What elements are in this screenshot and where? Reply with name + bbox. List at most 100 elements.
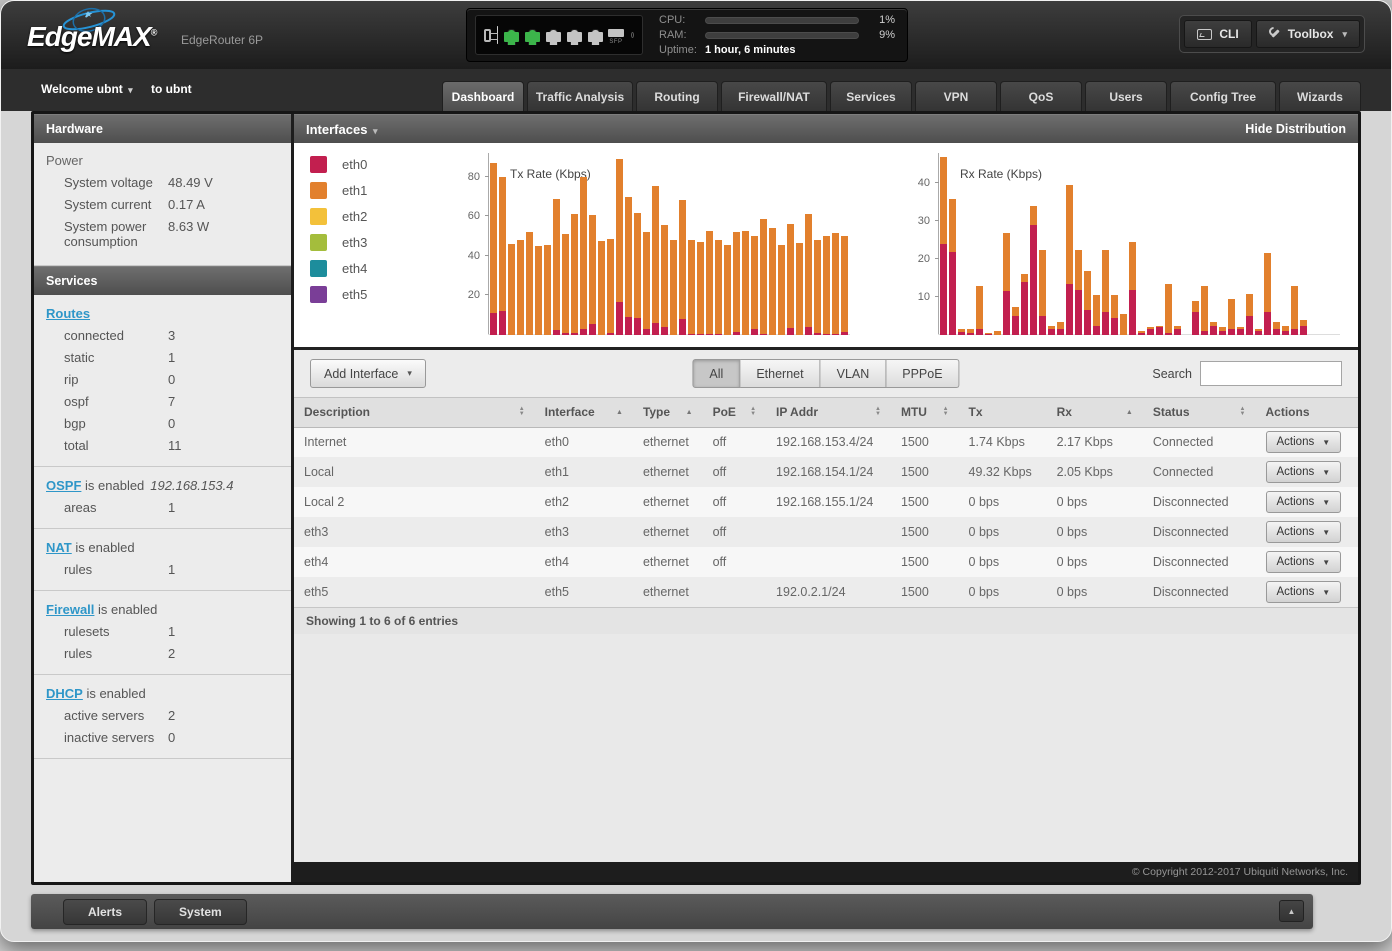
- hardware-row-label: System current: [64, 197, 168, 212]
- sidebar: Hardware Power System voltage48.49 VSyst…: [34, 114, 291, 882]
- tab-services[interactable]: Services: [830, 81, 912, 111]
- sidebar-link-dhcp[interactable]: DHCP: [46, 686, 83, 701]
- bar-eth1: [580, 177, 587, 329]
- stacked-bar: [1012, 307, 1019, 335]
- chevron-down-icon: ▼: [1322, 468, 1330, 477]
- bar-eth1: [778, 245, 785, 335]
- service-block-heading: Firewall is enabled: [46, 602, 279, 617]
- actions-button[interactable]: Actions▼: [1266, 521, 1342, 543]
- cell-status: Disconnected: [1143, 517, 1256, 547]
- tab-firewall-nat[interactable]: Firewall/NAT: [721, 81, 827, 111]
- interfaces-dropdown[interactable]: Interfaces ▾: [306, 122, 378, 137]
- service-block: OSPF is enabled192.168.153.4areas1: [34, 467, 291, 529]
- service-row: bgp0: [46, 416, 279, 431]
- stacked-bar: [1120, 314, 1127, 335]
- sidebar-link-routes[interactable]: Routes: [46, 306, 90, 321]
- actions-button[interactable]: Actions▼: [1266, 431, 1342, 453]
- bar-eth0: [976, 329, 983, 335]
- stacked-bar: [670, 240, 677, 335]
- service-row-value: 1: [168, 562, 268, 577]
- tab-vpn[interactable]: VPN: [915, 81, 997, 111]
- bar-eth0: [841, 332, 848, 335]
- cell-status: Connected: [1143, 457, 1256, 487]
- cli-button[interactable]: CLI: [1184, 20, 1251, 48]
- bar-eth1: [1057, 322, 1064, 330]
- cell-interface: eth3: [535, 517, 633, 547]
- stacked-bar: [535, 246, 542, 335]
- filter-all[interactable]: All: [692, 359, 740, 388]
- y-tick-mark: [485, 255, 489, 256]
- y-tick-label: 60: [452, 210, 480, 222]
- actions-button[interactable]: Actions▼: [1266, 551, 1342, 573]
- column-header-interface[interactable]: Interface▲: [535, 398, 633, 427]
- bar-eth0: [1165, 333, 1172, 335]
- tab-traffic-analysis[interactable]: Traffic Analysis: [527, 81, 633, 111]
- filter-ethernet[interactable]: Ethernet: [740, 359, 820, 388]
- bar-eth1: [553, 199, 560, 331]
- cell-status: Disconnected: [1143, 547, 1256, 577]
- y-tick-mark: [935, 182, 939, 183]
- stacked-bar: [1192, 301, 1199, 335]
- system-stats: CPU: 1% RAM: 9% Uptime: 1 hour, 6 minute…: [643, 8, 907, 63]
- legend-swatch: [310, 286, 327, 303]
- user-menu[interactable]: Welcome ubnt ▾: [41, 82, 133, 96]
- collapse-bar-button[interactable]: ▲: [1279, 900, 1304, 922]
- column-header-ip-addr[interactable]: IP Addr▲▼: [766, 398, 891, 427]
- bar-eth0: [562, 333, 569, 335]
- cell-mtu: 1500: [891, 577, 959, 607]
- bar-eth1: [643, 232, 650, 329]
- bar-eth0: [1111, 318, 1118, 335]
- filter-vlan[interactable]: VLAN: [821, 359, 887, 388]
- table-entry-count: Showing 1 to 6 of 6 entries: [294, 607, 1358, 634]
- cpu-meter: [705, 17, 859, 24]
- sidebar-link-nat[interactable]: NAT: [46, 540, 72, 555]
- sidebar-link-ospf[interactable]: OSPF: [46, 478, 81, 493]
- search-input[interactable]: [1200, 361, 1342, 386]
- bar-eth1: [544, 245, 551, 335]
- toolbox-button[interactable]: Toolbox ▾: [1256, 20, 1360, 48]
- y-tick-label: 40: [452, 250, 480, 262]
- stacked-bar: [733, 232, 740, 335]
- service-row: rulesets1: [46, 624, 279, 639]
- tab-config-tree[interactable]: Config Tree: [1170, 81, 1276, 111]
- bar-eth1: [805, 214, 812, 327]
- column-header-mtu[interactable]: MTU▲▼: [891, 398, 959, 427]
- tab-dashboard[interactable]: Dashboard: [442, 81, 524, 111]
- cell-rx: 0 bps: [1047, 577, 1143, 607]
- add-interface-button[interactable]: Add Interface ▾: [310, 359, 426, 388]
- hide-distribution-link[interactable]: Hide Distribution: [1245, 122, 1346, 136]
- tab-users[interactable]: Users: [1085, 81, 1167, 111]
- alerts-tab[interactable]: Alerts: [63, 899, 147, 925]
- bar-eth1: [526, 232, 533, 335]
- actions-button[interactable]: Actions▼: [1266, 491, 1342, 513]
- bar-eth1: [652, 186, 659, 323]
- actions-button[interactable]: Actions▼: [1266, 581, 1342, 603]
- stacked-bar: [1048, 326, 1055, 335]
- legend-item-eth4: eth4: [310, 260, 367, 277]
- y-tick-mark: [935, 296, 939, 297]
- cell-rx: 2.17 Kbps: [1047, 427, 1143, 457]
- column-header-type[interactable]: Type▲: [633, 398, 703, 427]
- column-header-rx[interactable]: Rx▲: [1047, 398, 1143, 427]
- service-block: NAT is enabledrules1: [34, 529, 291, 591]
- actions-button[interactable]: Actions▼: [1266, 461, 1342, 483]
- system-tab[interactable]: System: [154, 899, 247, 925]
- tab-routing[interactable]: Routing: [636, 81, 718, 111]
- bar-eth0: [1075, 290, 1082, 336]
- logged-in-host: to ubnt: [151, 82, 192, 96]
- bar-eth1: [1003, 233, 1010, 292]
- column-header-status[interactable]: Status▲▼: [1143, 398, 1256, 427]
- bar-eth1: [1039, 250, 1046, 316]
- column-header-poe[interactable]: PoE▲▼: [703, 398, 766, 427]
- stacked-bar: [832, 233, 839, 335]
- filter-pppoe[interactable]: PPPoE: [886, 359, 959, 388]
- wrench-icon: [1269, 28, 1281, 40]
- legend-label: eth5: [342, 287, 367, 302]
- tab-qos[interactable]: QoS: [1000, 81, 1082, 111]
- tab-wizards[interactable]: Wizards: [1279, 81, 1361, 111]
- bottom-status-bar: Alerts System ▲: [31, 894, 1313, 929]
- stacked-bar: [1039, 250, 1046, 335]
- sidebar-link-firewall[interactable]: Firewall: [46, 602, 94, 617]
- column-header-description[interactable]: Description▲▼: [294, 398, 535, 427]
- stacked-bar: [1129, 242, 1136, 335]
